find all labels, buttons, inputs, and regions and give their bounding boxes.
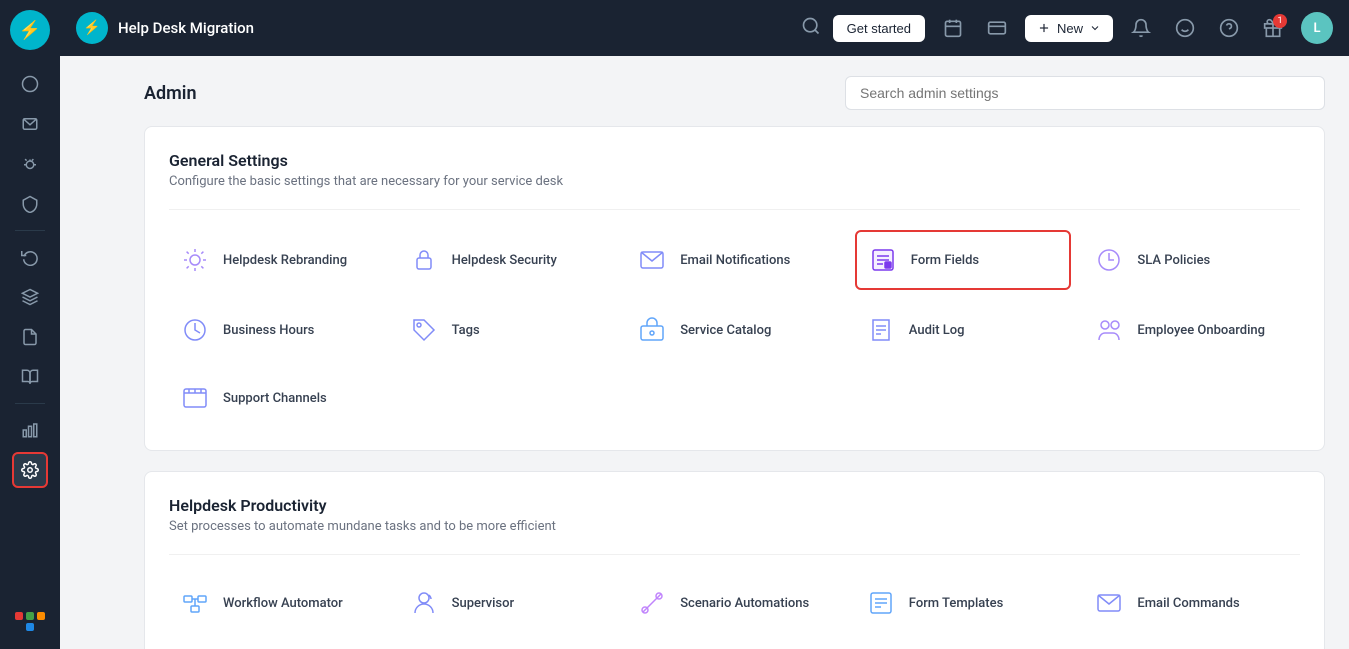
settings-item-support-channels[interactable]: Support Channels — [169, 370, 386, 426]
sidebar-logo[interactable]: ⚡ — [10, 10, 50, 50]
helpdesk-productivity-card: Helpdesk Productivity Set processes to a… — [144, 471, 1325, 649]
settings-item-audit-log[interactable]: Audit Log — [855, 302, 1072, 358]
tags-icon — [406, 312, 442, 348]
employee-onboarding-icon — [1091, 312, 1127, 348]
general-settings-grid: Helpdesk Rebranding Helpdesk Security Em… — [169, 230, 1300, 426]
sidebar-item-file[interactable] — [12, 319, 48, 355]
help-icon[interactable] — [1213, 12, 1245, 44]
sidebar-item-settings[interactable] — [12, 452, 48, 488]
tags-label: Tags — [452, 323, 480, 338]
settings-item-supervisor[interactable]: Supervisor — [398, 575, 615, 631]
audit-log-label: Audit Log — [909, 323, 965, 338]
sidebar-item-inbox[interactable] — [12, 106, 48, 142]
helpdesk-rebranding-icon — [177, 242, 213, 278]
topbar: ⚡ Help Desk Migration Get started New 1 … — [60, 0, 1349, 56]
service-catalog-icon — [634, 312, 670, 348]
general-settings-title: General Settings — [169, 151, 1300, 170]
helpdesk-productivity-title: Helpdesk Productivity — [169, 496, 1300, 515]
helpdesk-security-label: Helpdesk Security — [452, 253, 557, 268]
email-notifications-label: Email Notifications — [680, 253, 790, 268]
form-templates-label: Form Templates — [909, 596, 1003, 611]
settings-item-form-fields[interactable]: Form Fields — [855, 230, 1072, 290]
supervisor-icon — [406, 585, 442, 621]
employee-onboarding-label: Employee Onboarding — [1137, 323, 1265, 338]
brand-name: Help Desk Migration — [118, 19, 254, 37]
business-hours-icon — [177, 312, 213, 348]
workflow-automator-label: Workflow Automator — [223, 596, 343, 611]
sidebar-item-refresh[interactable] — [12, 239, 48, 275]
settings-item-email-commands[interactable]: Email Commands — [1083, 575, 1300, 631]
sidebar-item-bugs[interactable] — [12, 146, 48, 182]
settings-item-arcade[interactable]: Arcade — [855, 643, 1072, 649]
sidebar-item-book[interactable] — [12, 359, 48, 395]
helpdesk-rebranding-label: Helpdesk Rebranding — [223, 253, 347, 268]
settings-item-employee-onboarding[interactable]: Employee Onboarding — [1083, 302, 1300, 358]
settings-item-workflow-automator[interactable]: Workflow Automator — [169, 575, 386, 631]
sidebar-item-shield[interactable] — [12, 186, 48, 222]
settings-item-service-catalog[interactable]: Service Catalog — [626, 302, 843, 358]
admin-search-input[interactable] — [845, 76, 1325, 110]
sla-policies-label: SLA Policies — [1137, 253, 1210, 268]
settings-item-form-templates[interactable]: Form Templates — [855, 575, 1072, 631]
emoji-icon[interactable] — [1169, 12, 1201, 44]
email-notifications-icon — [634, 242, 670, 278]
sidebar-item-dashboard[interactable] — [12, 66, 48, 102]
gift-badge: 1 — [1273, 14, 1287, 28]
email-commands-label: Email Commands — [1137, 596, 1239, 611]
settings-item-helpdesk-rebranding[interactable]: Helpdesk Rebranding — [169, 230, 386, 290]
settings-item-scenario-automations[interactable]: Scenario Automations — [626, 575, 843, 631]
settings-item-email-notifications[interactable]: Email Notifications — [626, 230, 843, 290]
main-content: Admin General Settings Configure the bas… — [120, 56, 1349, 649]
sidebar-divider — [15, 230, 45, 231]
support-channels-label: Support Channels — [223, 391, 327, 406]
settings-item-canned-responses[interactable]: Canned Responses — [398, 643, 615, 649]
settings-item-helpdesk-security[interactable]: Helpdesk Security — [398, 230, 615, 290]
gift-icon[interactable]: 1 — [1257, 12, 1289, 44]
notifications-icon[interactable] — [1125, 12, 1157, 44]
scenario-automations-label: Scenario Automations — [680, 596, 809, 611]
sidebar-divider-2 — [15, 403, 45, 404]
settings-item-tags[interactable]: Tags — [398, 302, 615, 358]
global-search-icon[interactable] — [801, 16, 821, 41]
general-settings-desc: Configure the basic settings that are ne… — [169, 174, 1300, 189]
settings-item-business-hours[interactable]: Business Hours — [169, 302, 386, 358]
new-button[interactable]: New — [1025, 15, 1113, 42]
sidebar-item-chart[interactable] — [12, 412, 48, 448]
user-avatar[interactable]: L — [1301, 12, 1333, 44]
ticket-icon[interactable] — [981, 12, 1013, 44]
calendar-icon[interactable] — [937, 12, 969, 44]
form-fields-icon — [865, 242, 901, 278]
page-title: Admin — [144, 83, 197, 104]
settings-item-apps[interactable]: Apps — [169, 643, 386, 649]
helpdesk-productivity-grid: Workflow Automator Supervisor Scenario A… — [169, 575, 1300, 649]
sidebar: ⚡ — [0, 0, 60, 649]
settings-item-scheduler[interactable]: Scheduler — [1083, 643, 1300, 649]
email-commands-icon — [1091, 585, 1127, 621]
brand-logo: ⚡ — [76, 12, 108, 44]
form-templates-icon — [863, 585, 899, 621]
general-settings-card: General Settings Configure the basic set… — [144, 126, 1325, 451]
supervisor-label: Supervisor — [452, 596, 515, 611]
page-header: Admin — [144, 76, 1325, 110]
business-hours-label: Business Hours — [223, 323, 314, 338]
form-fields-label: Form Fields — [911, 253, 979, 268]
sla-policies-icon — [1091, 242, 1127, 278]
workflow-automator-icon — [177, 585, 213, 621]
get-started-button[interactable]: Get started — [833, 15, 925, 42]
scenario-automations-icon — [634, 585, 670, 621]
helpdesk-productivity-desc: Set processes to automate mundane tasks … — [169, 519, 1300, 534]
helpdesk-security-icon — [406, 242, 442, 278]
sidebar-item-layers[interactable] — [12, 279, 48, 315]
settings-item-customer-satisfaction[interactable]: Customer Satisfaction — [626, 643, 843, 649]
settings-item-sla-policies[interactable]: SLA Policies — [1083, 230, 1300, 290]
audit-log-icon — [863, 312, 899, 348]
brand: ⚡ Help Desk Migration — [76, 12, 254, 44]
support-channels-icon — [177, 380, 213, 416]
service-catalog-label: Service Catalog — [680, 323, 771, 338]
